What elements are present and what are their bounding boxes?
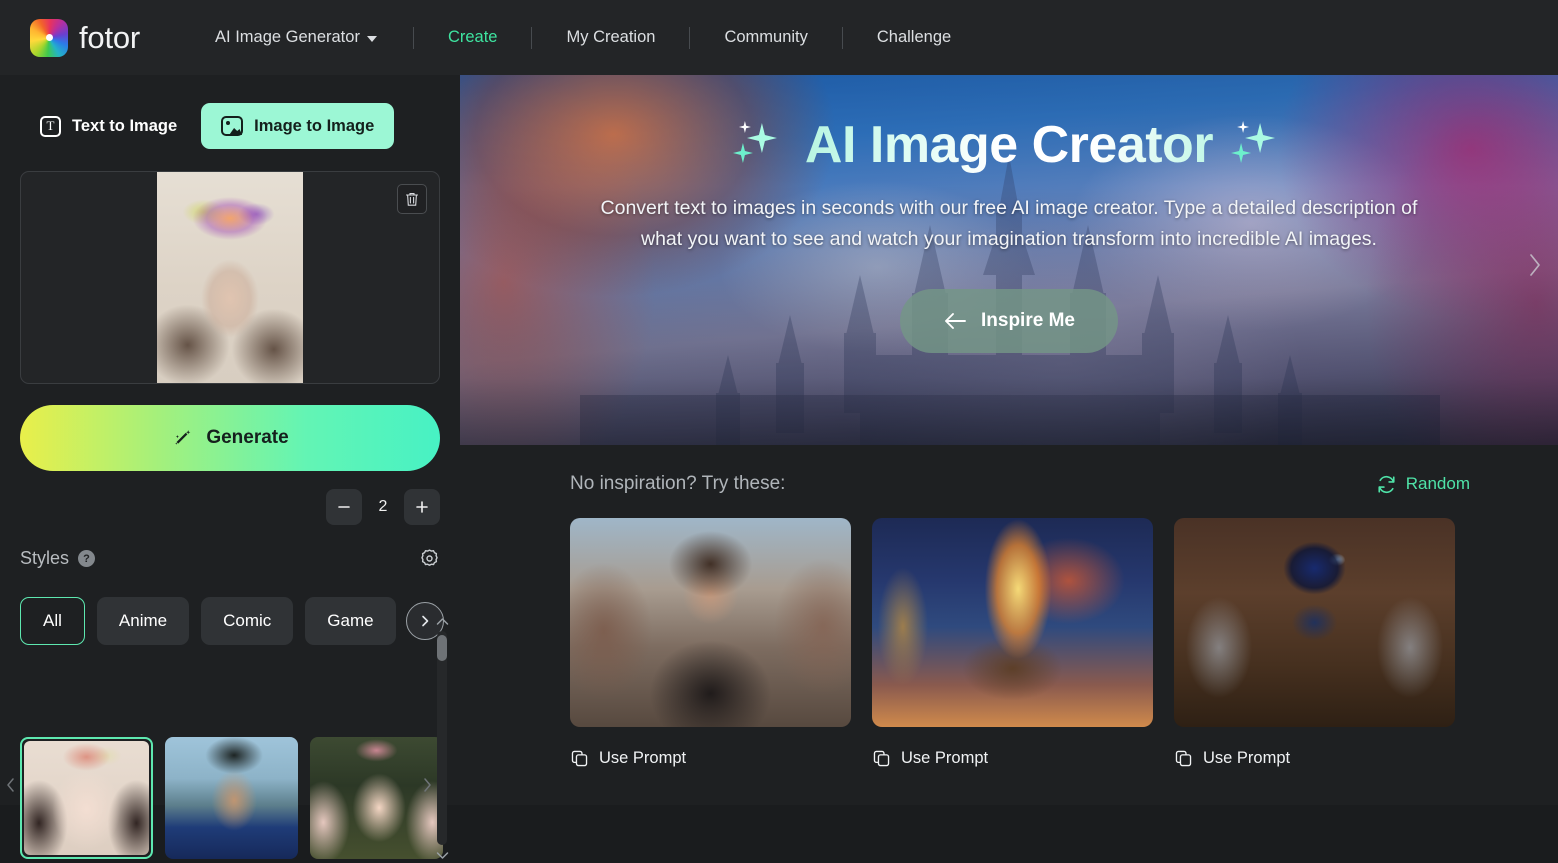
use-prompt-label: Use Prompt	[1203, 749, 1291, 767]
random-button[interactable]: Random	[1376, 474, 1470, 495]
image-upload-area[interactable]	[20, 171, 440, 384]
styles-label: Styles	[20, 548, 70, 568]
nav-cell-my-creation[interactable]: My Creation	[532, 28, 689, 47]
scroll-down-button[interactable]	[434, 847, 450, 863]
magic-wand-icon	[175, 430, 191, 445]
tab-image-to-image[interactable]: Image to Image	[201, 103, 395, 149]
copy-icon	[873, 750, 890, 767]
nav-item-community[interactable]: Community	[724, 28, 807, 47]
inspiration-card: Use Prompt	[872, 518, 1153, 768]
refresh-icon	[1378, 475, 1395, 493]
image-count-stepper: 2	[0, 489, 440, 525]
inspiration-image-blue-spider[interactable]	[1174, 518, 1455, 727]
nav-item-challenge[interactable]: Challenge	[877, 28, 951, 47]
nav-item-label: AI Image Generator	[215, 28, 360, 46]
style-chip-comic[interactable]: Comic	[201, 597, 294, 645]
chevron-down-icon	[436, 851, 448, 859]
scroll-up-button[interactable]	[434, 613, 450, 629]
increment-button[interactable]	[404, 489, 440, 525]
brand-name: fotor	[79, 19, 141, 55]
use-prompt-label: Use Prompt	[599, 749, 687, 767]
chevron-right-icon	[1530, 254, 1540, 276]
picture-icon	[221, 116, 244, 136]
delete-image-button[interactable]	[397, 184, 427, 214]
scrollbar-thumb[interactable]	[437, 635, 447, 661]
nav-item-ai-image-generator[interactable]: AI Image Generator	[215, 28, 377, 47]
primary-nav: AI Image Generator Create My Creation Co…	[215, 26, 985, 49]
inspiration-title: No inspiration? Try these:	[570, 473, 786, 494]
question-mark-icon[interactable]: ?	[78, 550, 96, 567]
main-content-area: AI Image Creator Convert text to images …	[460, 75, 1558, 805]
tab-text-to-image-label: Text to Image	[72, 116, 178, 135]
nav-cell-community[interactable]: Community	[690, 28, 841, 47]
random-label: Random	[1405, 474, 1470, 493]
style-category-chips: All Anime Comic Game	[20, 597, 444, 645]
copy-icon	[1175, 750, 1192, 767]
style-chip-game[interactable]: Game	[305, 597, 396, 645]
gear-icon	[421, 549, 438, 566]
nav-cell-ai-image-generator[interactable]: AI Image Generator	[215, 28, 413, 47]
hero-title-row: AI Image Creator	[731, 115, 1287, 175]
style-thumbnail-grid	[20, 737, 443, 859]
style-thumb-image	[24, 741, 149, 855]
trash-icon	[405, 192, 419, 206]
generate-button-label: Generate	[206, 427, 289, 448]
left-control-panel: T Text to Image Image to Image Generate	[0, 75, 460, 859]
inspire-me-label: Inspire Me	[981, 310, 1075, 331]
hero-description: Convert text to images in seconds with o…	[600, 197, 1418, 250]
chevron-down-icon	[366, 35, 377, 42]
inspiration-card-list: Use Prompt Use Prompt Use Prompt	[570, 518, 1455, 768]
plus-icon	[416, 501, 428, 513]
chevron-up-icon	[436, 617, 448, 625]
hero-banner: AI Image Creator Convert text to images …	[460, 75, 1558, 445]
chevron-right-icon	[421, 615, 428, 627]
text-t-icon: T	[40, 115, 61, 137]
nav-cell-challenge[interactable]: Challenge	[843, 28, 985, 47]
style-settings-button[interactable]	[419, 548, 440, 569]
style-thumb-image	[165, 737, 298, 859]
style-chip-anime[interactable]: Anime	[96, 597, 190, 645]
nav-item-my-creation[interactable]: My Creation	[566, 28, 655, 47]
use-prompt-button[interactable]: Use Prompt	[570, 749, 851, 768]
styles-header: Styles ?	[20, 548, 440, 569]
hero-next-slide-button[interactable]	[1520, 243, 1550, 287]
styles-scroll-right-button[interactable]	[420, 776, 434, 799]
style-thumb-anime-girl[interactable]	[20, 737, 153, 859]
brand-logo[interactable]: fotor	[30, 18, 141, 57]
inspiration-card: Use Prompt	[570, 518, 851, 768]
hero-content: AI Image Creator Convert text to images …	[460, 75, 1558, 445]
style-chip-all[interactable]: All	[20, 597, 85, 645]
inspiration-image-olympic-flame[interactable]	[872, 518, 1153, 727]
inspiration-card: Use Prompt	[1174, 518, 1455, 768]
nav-item-create[interactable]: Create	[448, 28, 498, 47]
tab-text-to-image[interactable]: T Text to Image	[20, 103, 197, 149]
minus-icon	[338, 506, 350, 508]
sparkles-icon	[1229, 119, 1287, 171]
scrollbar-track[interactable]	[437, 631, 447, 845]
sparkles-icon	[731, 119, 789, 171]
generate-button[interactable]: Generate	[20, 405, 440, 471]
image-count-value: 2	[378, 498, 388, 515]
page-title: AI Image Creator	[804, 116, 1214, 174]
styles-vertical-scrollbar[interactable]	[434, 613, 450, 863]
tab-image-to-image-label: Image to Image	[254, 116, 375, 135]
fotor-color-wheel-logo-icon	[30, 18, 68, 57]
uploaded-image-thumbnail[interactable]	[157, 172, 303, 383]
use-prompt-button[interactable]: Use Prompt	[872, 749, 1153, 768]
style-thumb-comic-man[interactable]	[165, 737, 298, 859]
copy-icon	[571, 750, 588, 767]
decrement-button[interactable]	[326, 489, 362, 525]
chevron-left-icon	[7, 778, 14, 792]
inspiration-header: No inspiration? Try these: Random	[570, 473, 1470, 495]
chevron-right-icon	[424, 778, 431, 792]
arrow-left-icon	[945, 313, 966, 329]
top-navigation-bar: fotor AI Image Generator Create My Creat…	[0, 0, 1558, 75]
inspiration-image-tattooed-man[interactable]	[570, 518, 851, 727]
inspire-me-button[interactable]: Inspire Me	[900, 289, 1118, 353]
use-prompt-button[interactable]: Use Prompt	[1174, 749, 1455, 768]
use-prompt-label: Use Prompt	[901, 749, 989, 767]
mode-tab-group: T Text to Image Image to Image	[20, 103, 395, 149]
styles-scroll-left-button[interactable]	[4, 776, 18, 799]
nav-cell-create[interactable]: Create	[414, 28, 532, 47]
